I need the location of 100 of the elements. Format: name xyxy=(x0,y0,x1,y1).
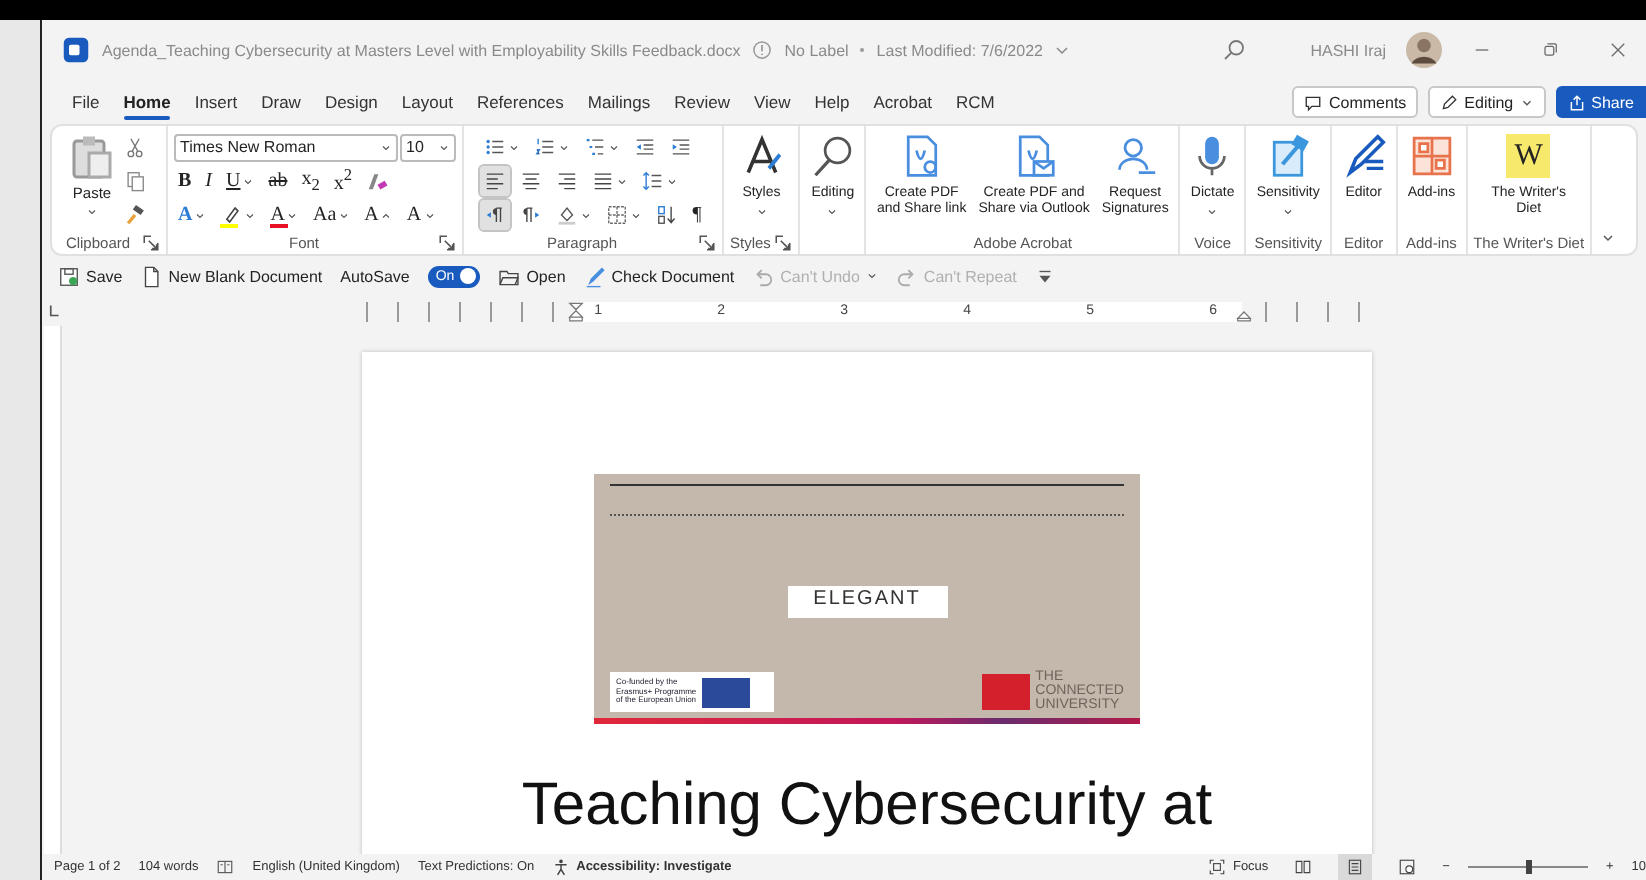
menu-tab[interactable]: Design xyxy=(312,84,390,120)
numbered-list-icon xyxy=(534,136,557,158)
pencil-icon xyxy=(1440,93,1459,111)
dialog-launcher-button[interactable] xyxy=(774,234,793,252)
superscript-button[interactable]: x$^{2}$ xyxy=(329,166,357,196)
font-name-field[interactable]: Times New Roman xyxy=(174,133,398,161)
paint-bucket-icon xyxy=(556,204,579,226)
menu-tab[interactable]: Insert xyxy=(182,84,250,120)
decrease-indent-icon xyxy=(634,136,657,158)
text-effects-button[interactable]: A xyxy=(174,200,211,230)
app-logo-icon xyxy=(62,36,90,64)
sort-icon xyxy=(656,204,679,226)
menu-tab[interactable]: Acrobat xyxy=(861,84,945,120)
dialog-launcher-icon xyxy=(698,234,716,252)
indent-marker-icon xyxy=(566,301,586,321)
read-mode-icon xyxy=(1294,858,1313,876)
shield-icon xyxy=(752,40,773,60)
redo-arrow-icon xyxy=(895,265,918,287)
caret-icon xyxy=(86,206,98,218)
caret-icon xyxy=(423,209,436,221)
check-document-button[interactable]: Check Document xyxy=(583,265,735,287)
scissors-icon xyxy=(124,136,146,158)
blank-document-icon xyxy=(140,265,163,287)
italic-button[interactable]: I xyxy=(201,166,217,196)
align-left-icon xyxy=(484,170,507,192)
justify-icon xyxy=(592,170,615,192)
align-center-icon xyxy=(520,170,543,192)
check-pen-icon xyxy=(583,265,606,287)
menu-tab[interactable]: References xyxy=(464,84,576,120)
share-button[interactable]: Share xyxy=(1555,86,1646,118)
menu-tab[interactable]: View xyxy=(741,84,803,120)
customize-toolbar-button[interactable] xyxy=(1034,265,1057,287)
focus-icon xyxy=(1208,858,1227,876)
proofing-book-icon xyxy=(216,858,235,876)
left-to-right-button[interactable] xyxy=(480,200,511,230)
menu-tab[interactable]: Mailings xyxy=(575,84,663,120)
close-icon xyxy=(1608,40,1628,60)
menu-tab[interactable]: Help xyxy=(802,84,862,120)
menu-tab[interactable]: Layout xyxy=(389,84,465,120)
eu-flag-icon xyxy=(702,677,751,707)
change-case-button[interactable]: Aa xyxy=(308,200,355,230)
avatar-icon xyxy=(1406,32,1442,68)
left-to-right-icon xyxy=(484,204,507,226)
add-ins-icon xyxy=(1409,134,1454,178)
save-button[interactable]: Save xyxy=(58,265,123,287)
print-layout-button[interactable] xyxy=(1338,854,1373,880)
speech-bubble-icon xyxy=(1304,93,1323,111)
menu-tab[interactable]: RCM xyxy=(944,84,1007,120)
caret-icon xyxy=(1600,230,1617,246)
menu-tab[interactable]: File xyxy=(60,84,112,120)
caret-icon xyxy=(438,141,450,153)
undo-arrow-icon xyxy=(752,265,775,287)
share-icon xyxy=(1567,93,1586,111)
borders-icon xyxy=(606,204,629,226)
new-document-button[interactable]: New Blank Document xyxy=(140,265,323,287)
show-marks-button[interactable]: ¶ xyxy=(688,200,706,230)
clipboard-icon xyxy=(68,132,116,180)
dialog-launcher-icon xyxy=(774,234,793,252)
line-spacing-icon xyxy=(642,170,665,192)
search-icon xyxy=(810,134,855,178)
bullet-list-icon xyxy=(484,136,507,158)
font-color-button[interactable]: A xyxy=(266,200,303,230)
font-size-field[interactable]: 10 xyxy=(400,133,456,161)
subscript-button[interactable]: x$_{2}$ xyxy=(297,166,324,196)
align-left-button[interactable] xyxy=(480,166,511,196)
customize-caret-icon xyxy=(1034,265,1057,287)
open-button[interactable]: Open xyxy=(498,265,566,287)
menu-tab[interactable]: Home xyxy=(111,84,183,120)
folder-icon xyxy=(498,265,521,287)
comments-button[interactable]: Comments xyxy=(1292,86,1419,118)
grow-font-button[interactable]: A xyxy=(360,200,397,230)
document-title: Teaching Cybersecurity at xyxy=(521,772,1213,840)
proofing-button[interactable] xyxy=(216,858,235,876)
dialog-launcher-icon xyxy=(438,234,456,252)
editing-mode-button[interactable]: Editing xyxy=(1428,86,1546,118)
paintbrush-icon xyxy=(124,204,146,226)
search-icon xyxy=(1222,38,1247,62)
dialog-launcher-button[interactable] xyxy=(438,234,456,252)
chevron-down-icon xyxy=(1054,42,1071,58)
shrink-font-button[interactable]: A xyxy=(402,200,440,230)
print-layout-icon xyxy=(1346,858,1365,876)
caret-icon xyxy=(380,209,393,221)
signature-person-icon xyxy=(1113,134,1158,178)
strikethrough-button[interactable]: ab xyxy=(264,166,292,196)
zoom-slider-thumb[interactable] xyxy=(1525,860,1532,874)
dialog-launcher-icon xyxy=(142,234,160,252)
copy-icon xyxy=(124,170,146,192)
university-logo-icon xyxy=(981,673,1030,709)
right-to-left-icon xyxy=(520,204,543,226)
ribbon-options-button[interactable] xyxy=(1600,230,1617,246)
restore-icon xyxy=(1540,40,1560,60)
dialog-launcher-button[interactable] xyxy=(698,234,716,252)
multilevel-list-icon xyxy=(584,136,607,158)
menu-tab[interactable]: Review xyxy=(662,84,742,120)
caret-icon xyxy=(1519,95,1534,109)
caret-icon xyxy=(865,270,878,282)
bold-button[interactable]: B xyxy=(174,166,196,196)
dialog-launcher-button[interactable] xyxy=(142,234,160,252)
underline-button[interactable]: U xyxy=(222,166,259,196)
menu-tab[interactable]: Draw xyxy=(249,84,313,120)
